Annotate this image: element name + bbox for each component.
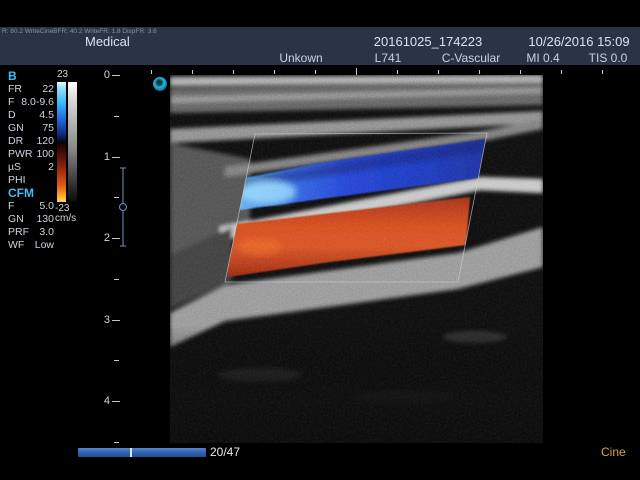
grayscale-bar: [68, 82, 77, 202]
parameter-value: Low: [35, 239, 54, 251]
parameter-value: 22: [42, 83, 54, 95]
parameter-row: PRF 3.0: [8, 226, 54, 239]
frame-rate-stats: R: 80.2 WriteCineBFR: 40.2 WriteFR: 1.8 …: [2, 28, 157, 35]
patient-name: Unkown: [279, 51, 322, 65]
parameter-value: 75: [42, 122, 54, 134]
width-tick: [602, 70, 603, 74]
width-tick: [192, 70, 193, 74]
major-tick: [112, 320, 120, 321]
parameter-label: F: [8, 200, 14, 212]
tis-value: TIS 0.0: [589, 51, 628, 65]
parameter-label: D: [8, 109, 16, 121]
parameter-label: F: [8, 96, 14, 108]
minor-tick: [114, 360, 119, 361]
parameter-row: DR 120: [8, 135, 54, 148]
scale-unit-label: cm/s: [55, 213, 76, 224]
mi-value: MI 0.4: [526, 51, 559, 65]
cfm-header: CFM: [8, 186, 34, 200]
b-mode-header: B: [8, 69, 17, 83]
minor-tick: [114, 442, 119, 443]
parameter-value: 2: [48, 161, 54, 173]
minor-tick: [114, 116, 119, 117]
parameter-row: D 4.5: [8, 109, 54, 122]
cine-mode-label: Cine: [601, 445, 626, 459]
width-tick: [356, 68, 357, 75]
parameter-label: GN: [8, 213, 24, 225]
depth-ruler-label: 3: [96, 314, 110, 326]
depth-ruler-label: 2: [96, 232, 110, 244]
parameter-row: F 8.0-9.6: [8, 96, 54, 109]
width-tick: [397, 70, 398, 74]
parameter-row: µS 2: [8, 161, 54, 174]
top-status-bar: R: 80.2 WriteCineBFR: 40.2 WriteFR: 1.8 …: [0, 27, 640, 65]
parameter-label: DR: [8, 135, 23, 147]
parameter-value: 8.0-9.6: [21, 96, 54, 108]
parameter-label: PHI: [8, 174, 26, 186]
b-mode-parameter-list: FR 22 F 8.0-9.6 D 4.5 GN 75 DR 120 PWR 1…: [8, 83, 54, 187]
parameter-label: PWR: [8, 148, 33, 160]
cfm-parameter-list: F 5.0 GN 130 PRF 3.0 WF Low: [8, 200, 54, 252]
minor-tick: [114, 279, 119, 280]
parameter-value: 130: [36, 213, 54, 225]
parameter-value: 120: [36, 135, 54, 147]
depth-ruler-label: 0: [96, 69, 110, 81]
focus-marker: [116, 166, 130, 248]
parameter-label: PRF: [8, 226, 29, 238]
width-tick: [274, 70, 275, 74]
parameter-label: FR: [8, 83, 22, 95]
major-tick: [112, 157, 120, 158]
depth-ruler-label: 4: [96, 395, 110, 407]
parameter-row: GN 75: [8, 122, 54, 135]
cine-progress-bar[interactable]: [78, 448, 206, 457]
depth-ruler-label: 1: [96, 151, 110, 163]
width-tick: [479, 70, 480, 74]
parameter-row: GN 130: [8, 213, 54, 226]
cfm-color-scale-bar: [57, 82, 66, 202]
parameter-value: 5.0: [39, 200, 54, 212]
ultrasound-screen: R: 80.2 WriteCineBFR: 40.2 WriteFR: 1.8 …: [0, 0, 640, 480]
width-tick: [438, 70, 439, 74]
probe-orientation-icon: [153, 77, 167, 91]
major-tick: [112, 75, 120, 76]
parameter-value: 100: [36, 148, 54, 160]
cine-frame-counter: 20/47: [210, 445, 240, 459]
parameter-label: µS: [8, 161, 21, 173]
exam-preset: C-Vascular: [442, 51, 500, 65]
parameter-row: F 5.0: [8, 200, 54, 213]
parameter-value: 4.5: [39, 109, 54, 121]
major-tick: [112, 401, 120, 402]
hospital-name: Medical: [85, 34, 130, 49]
ultrasound-image[interactable]: [170, 75, 543, 443]
exam-id: 20161025_174223: [374, 34, 482, 49]
parameter-label: WF: [8, 239, 24, 251]
scale-max-label: 23: [57, 69, 68, 80]
width-tick: [151, 70, 152, 74]
width-tick: [561, 70, 562, 74]
datetime: 10/26/2016 15:09: [528, 34, 629, 49]
parameter-value: 3.0: [39, 226, 54, 238]
parameter-row: FR 22: [8, 83, 54, 96]
parameter-row: PWR 100: [8, 148, 54, 161]
parameter-label: GN: [8, 122, 24, 134]
parameter-row: WF Low: [8, 239, 54, 252]
cine-position-marker[interactable]: [130, 448, 132, 457]
probe-model: L741: [375, 51, 402, 65]
width-tick: [520, 70, 521, 74]
width-tick: [315, 70, 316, 74]
width-tick: [233, 70, 234, 74]
